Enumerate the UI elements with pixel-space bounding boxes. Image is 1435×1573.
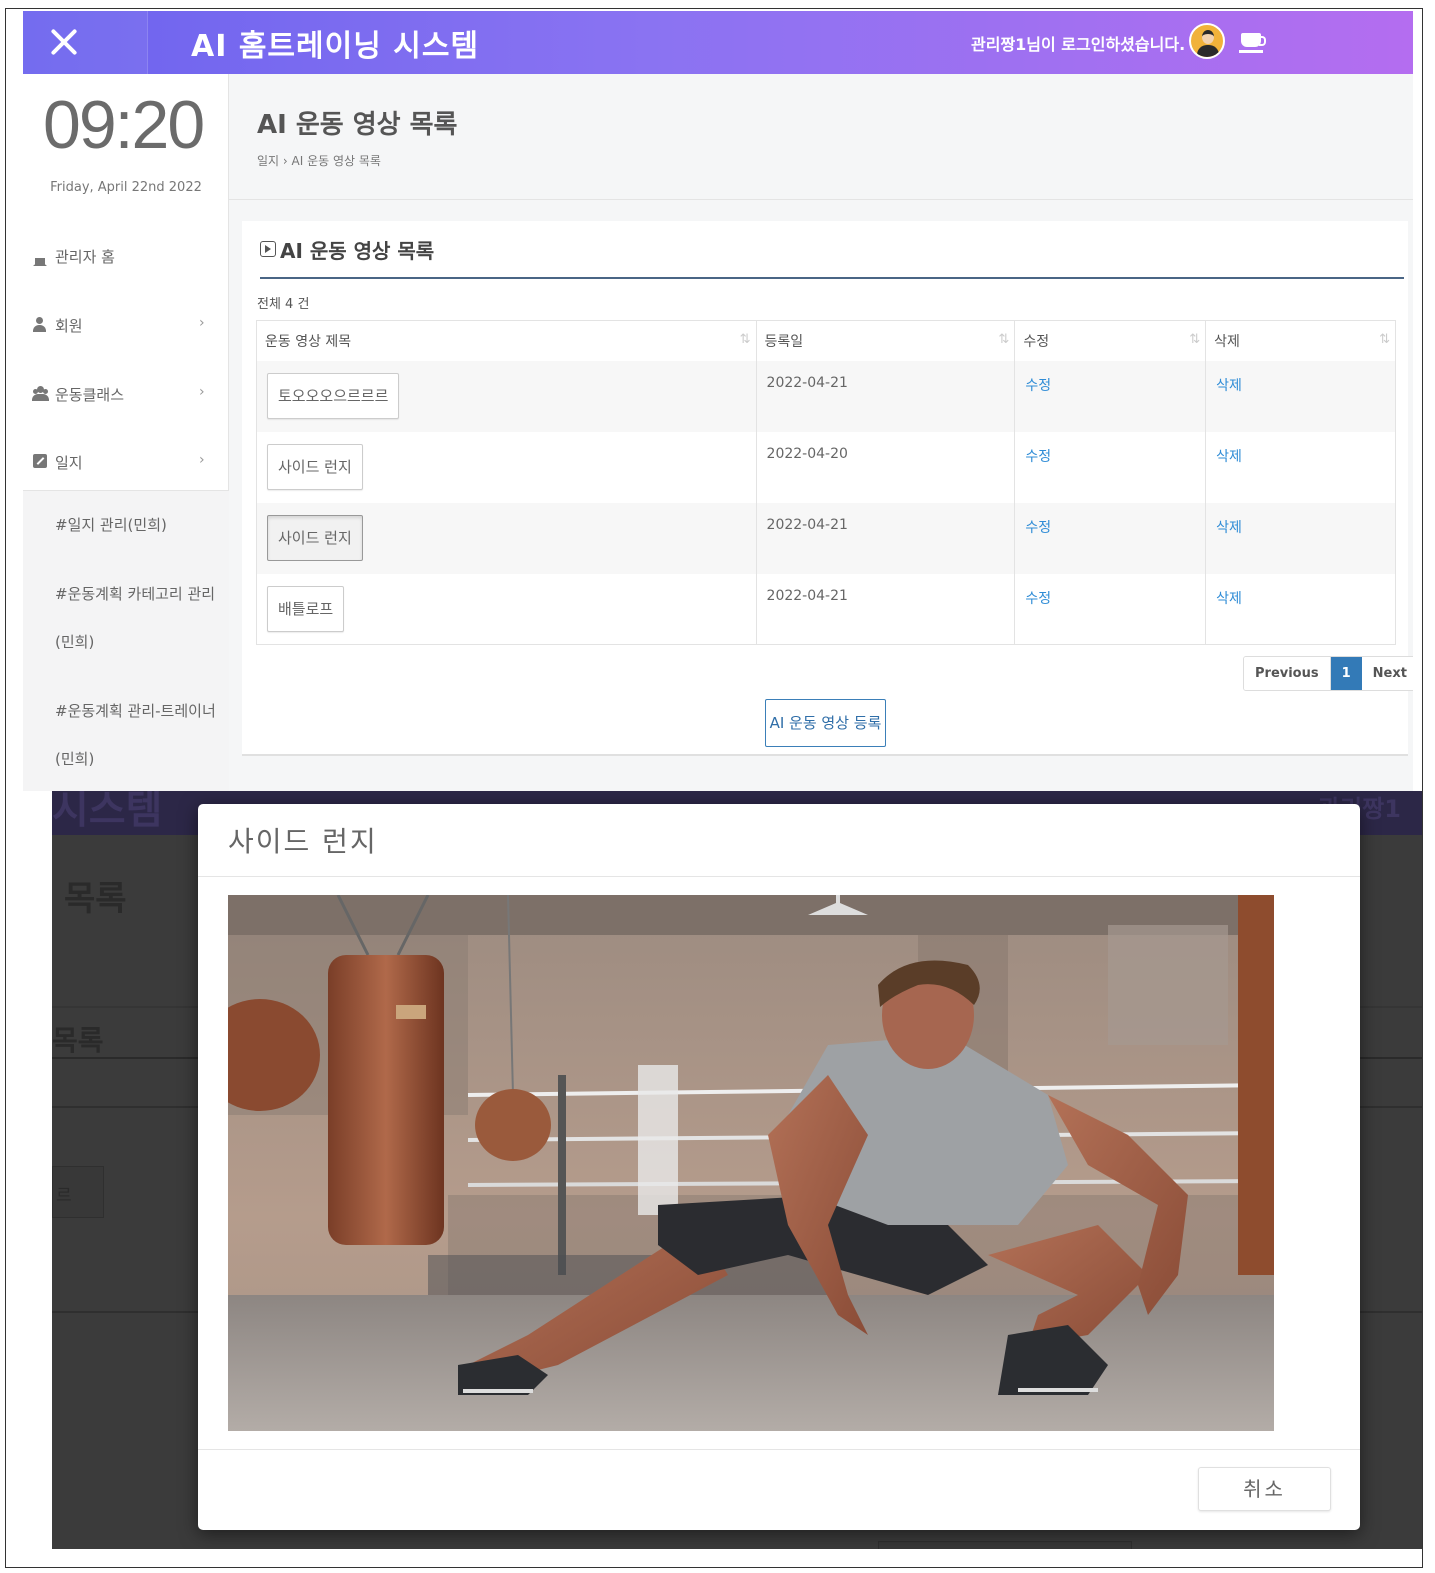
edit-link[interactable]: 수정 — [1025, 378, 1051, 394]
video-title-button[interactable]: 사이드 런지 — [267, 443, 363, 490]
coffee-icon-base — [1239, 50, 1263, 53]
submenu-journal-manage[interactable]: #일지 관리(민희) — [55, 501, 167, 549]
edit-link[interactable]: 수정 — [1025, 591, 1051, 607]
clock: 09:20 — [43, 87, 205, 163]
breadcrumb: 일지 › AI 운동 영상 목록 — [257, 154, 381, 168]
panel-title: AI 운동 영상 목록 — [260, 235, 1404, 279]
sidebar-item-members[interactable]: 회원 › — [23, 293, 229, 361]
pagination-previous[interactable]: Previous — [1244, 657, 1331, 690]
table-row: 배틀로프 2022-04-21 수정 삭제 — [256, 573, 1396, 645]
clock-date: Friday, April 22nd 2022 — [50, 180, 202, 195]
column-header-delete[interactable]: 삭제 ⇅ — [1205, 320, 1396, 361]
dimmed-panel-title: 목록 — [52, 1024, 104, 1057]
sort-icon: ⇅ — [998, 332, 1009, 347]
sort-icon: ⇅ — [739, 332, 751, 347]
submenu-plan-trainer-suffix[interactable]: (민희) — [55, 735, 94, 783]
table-header-row: 운동 영상 제목 ⇅ 등록일 ⇅ 수정 ⇅ 삭제 ⇅ — [256, 320, 1396, 361]
sidebar: 09:20 Friday, April 22nd 2022 관리자 홈 회원 ›… — [23, 74, 229, 791]
column-header-edit[interactable]: 수정 ⇅ — [1014, 320, 1207, 361]
play-icon — [260, 241, 276, 257]
pagination: Previous 1 Next — [1243, 656, 1413, 691]
home-icon — [33, 252, 47, 266]
table-row: 사이드 런지 2022-04-20 수정 삭제 — [256, 431, 1396, 503]
side-lunge-image — [228, 895, 1274, 1431]
video-list-page: AI 홈트레이닝 시스템 관리짱1님이 로그인하셨습니다. 09:20 Frid… — [23, 11, 1413, 791]
submenu-plan-category-suffix[interactable]: (민희) — [55, 618, 94, 666]
login-message: 관리짱1님이 로그인하셨습니다. — [971, 35, 1186, 54]
sidebar-item-label: 관리자 홈 — [55, 248, 115, 266]
edit-link[interactable]: 수정 — [1025, 449, 1051, 465]
delete-link[interactable]: 삭제 — [1216, 520, 1242, 536]
pagination-page-current[interactable]: 1 — [1330, 657, 1362, 690]
avatar[interactable] — [1189, 23, 1225, 59]
video-modal-screen: 시스템 관리짱1 목록 목록 르 사이드 런지 — [52, 791, 1422, 1549]
dimmed-header-title: 시스템 — [52, 791, 163, 833]
table-row: 토오오오으르르르 2022-04-21 수정 삭제 — [256, 360, 1396, 432]
sort-icon: ⇅ — [1379, 332, 1390, 347]
sidebar-item-label: 일지 — [55, 454, 83, 472]
sidebar-item-exercise-class[interactable]: 운동클래스 › — [23, 362, 229, 430]
modal-footer-divider — [198, 1449, 1360, 1450]
sidebar-item-admin-home[interactable]: 관리자 홈 — [23, 224, 229, 292]
content-header: AI 운동 영상 목록 일지 › AI 운동 영상 목록 — [229, 74, 1413, 200]
app-title: AI 홈트레이닝 시스템 — [191, 29, 480, 64]
column-header-date[interactable]: 등록일 ⇅ — [756, 320, 1016, 361]
delete-link[interactable]: 삭제 — [1216, 378, 1242, 394]
sidebar-item-label: 운동클래스 — [55, 386, 125, 404]
dimmed-register-button — [878, 1541, 1132, 1549]
submenu-plan-trainer[interactable]: #운동계획 관리-트레이너 — [55, 687, 216, 735]
chevron-right-icon: › — [199, 452, 205, 468]
sidebar-item-label: 회원 — [55, 317, 83, 335]
modal-title: 사이드 런지 — [228, 825, 378, 858]
dimmed-page-title: 목록 — [64, 879, 127, 919]
chevron-right-icon: › — [199, 384, 205, 400]
sidebar-item-journal[interactable]: 일지 › — [23, 430, 229, 498]
video-table: 운동 영상 제목 ⇅ 등록일 ⇅ 수정 ⇅ 삭제 ⇅ 토오오오으르르르 2022-04-… — [256, 320, 1396, 645]
user-icon — [33, 317, 47, 332]
sort-icon: ⇅ — [1189, 332, 1200, 347]
chevron-right-icon: › — [199, 315, 205, 331]
close-icon — [49, 27, 79, 57]
top-header: AI 홈트레이닝 시스템 관리짱1님이 로그인하셨습니다. — [23, 11, 1413, 74]
table-row: 사이드 런지 2022-04-21 수정 삭제 — [256, 502, 1396, 574]
video-title-button[interactable]: 사이드 런지 — [267, 514, 363, 561]
exercise-video-frame[interactable] — [228, 895, 1274, 1431]
delete-link[interactable]: 삭제 — [1216, 449, 1242, 465]
video-title-button[interactable]: 토오오오으르르르 — [267, 372, 400, 419]
register-video-button[interactable]: AI 운동 영상 등록 — [765, 699, 886, 747]
video-list-panel: AI 운동 영상 목록 전체 4 건 운동 영상 제목 ⇅ 등록일 ⇅ 수정 ⇅ 삭제… — [242, 221, 1413, 756]
panel-title-label: AI 운동 영상 목록 — [280, 239, 435, 263]
video-title-button[interactable]: 배틀로프 — [267, 585, 345, 632]
page-title: AI 운동 영상 목록 — [257, 110, 458, 140]
coffee-icon[interactable] — [1241, 33, 1266, 47]
pagination-next[interactable]: Next — [1361, 657, 1413, 690]
delete-link[interactable]: 삭제 — [1216, 591, 1242, 607]
users-icon — [32, 386, 49, 401]
cancel-button[interactable]: 취소 — [1198, 1467, 1331, 1511]
date-cell: 2022-04-20 — [756, 431, 1016, 503]
modal-header-divider — [198, 876, 1360, 877]
total-count: 전체 4 건 — [257, 297, 310, 312]
dimmed-cell-text: 르 — [56, 1186, 72, 1206]
submenu-plan-category[interactable]: #운동계획 카테고리 관리 — [55, 570, 215, 618]
edit-icon — [33, 454, 47, 468]
menu-toggle-button[interactable] — [23, 11, 148, 74]
date-cell: 2022-04-21 — [756, 573, 1016, 645]
video-modal: 사이드 런지 취소 — [198, 804, 1360, 1530]
edit-link[interactable]: 수정 — [1025, 520, 1051, 536]
column-header-title[interactable]: 운동 영상 제목 ⇅ — [256, 320, 757, 361]
date-cell: 2022-04-21 — [756, 502, 1016, 574]
date-cell: 2022-04-21 — [756, 360, 1016, 432]
sidebar-submenu: #일지 관리(민희) #운동계획 카테고리 관리 (민희) #운동계획 관리-트… — [23, 490, 229, 791]
screenshot-frame: AI 홈트레이닝 시스템 관리짱1님이 로그인하셨습니다. 09:20 Frid… — [5, 8, 1423, 1568]
